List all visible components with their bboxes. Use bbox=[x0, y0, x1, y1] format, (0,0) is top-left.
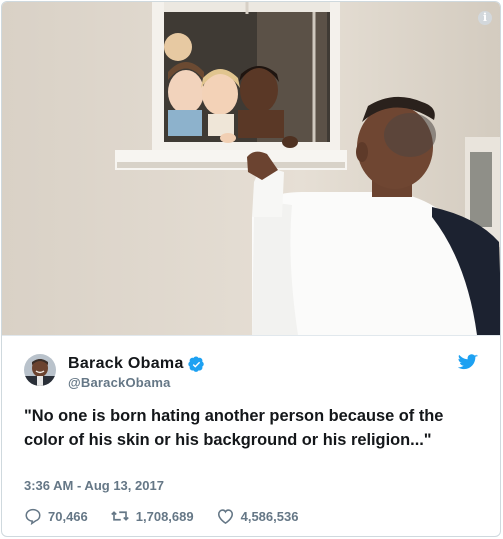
author-handle[interactable]: @BarackObama bbox=[68, 375, 171, 390]
photo-illustration bbox=[2, 2, 500, 335]
tweet-text: "No one is born hating another person be… bbox=[24, 407, 444, 449]
like-count: 4,586,536 bbox=[240, 508, 299, 524]
author-display-name[interactable]: Barack Obama bbox=[68, 355, 184, 373]
retweet-count: 1,708,689 bbox=[135, 508, 194, 524]
reply-icon bbox=[25, 508, 41, 525]
embedded-tweet-card[interactable]: i Barack Obama @BarackObama "No one is b… bbox=[1, 1, 501, 537]
tweet-photo[interactable]: i bbox=[2, 2, 500, 335]
avatar-image bbox=[24, 354, 56, 386]
verified-badge-icon bbox=[188, 355, 204, 372]
retweet-icon bbox=[110, 511, 129, 521]
info-icon[interactable]: i bbox=[478, 11, 492, 25]
author-name-row[interactable]: Barack Obama bbox=[68, 355, 205, 373]
tweet-actions: 70,466 1,708,689 4,586,536 bbox=[24, 507, 320, 525]
reply-count: 70,466 bbox=[48, 508, 88, 524]
avatar[interactable] bbox=[24, 354, 56, 386]
card-divider bbox=[2, 335, 500, 336]
retweet-button[interactable]: 1,708,689 bbox=[110, 507, 194, 525]
like-button[interactable]: 4,586,536 bbox=[216, 507, 299, 525]
heart-icon bbox=[217, 509, 233, 525]
tweet-timestamp[interactable]: 3:36 AM - Aug 13, 2017 bbox=[24, 478, 164, 493]
reply-button[interactable]: 70,466 bbox=[24, 507, 88, 525]
twitter-bird-icon[interactable] bbox=[458, 354, 478, 371]
